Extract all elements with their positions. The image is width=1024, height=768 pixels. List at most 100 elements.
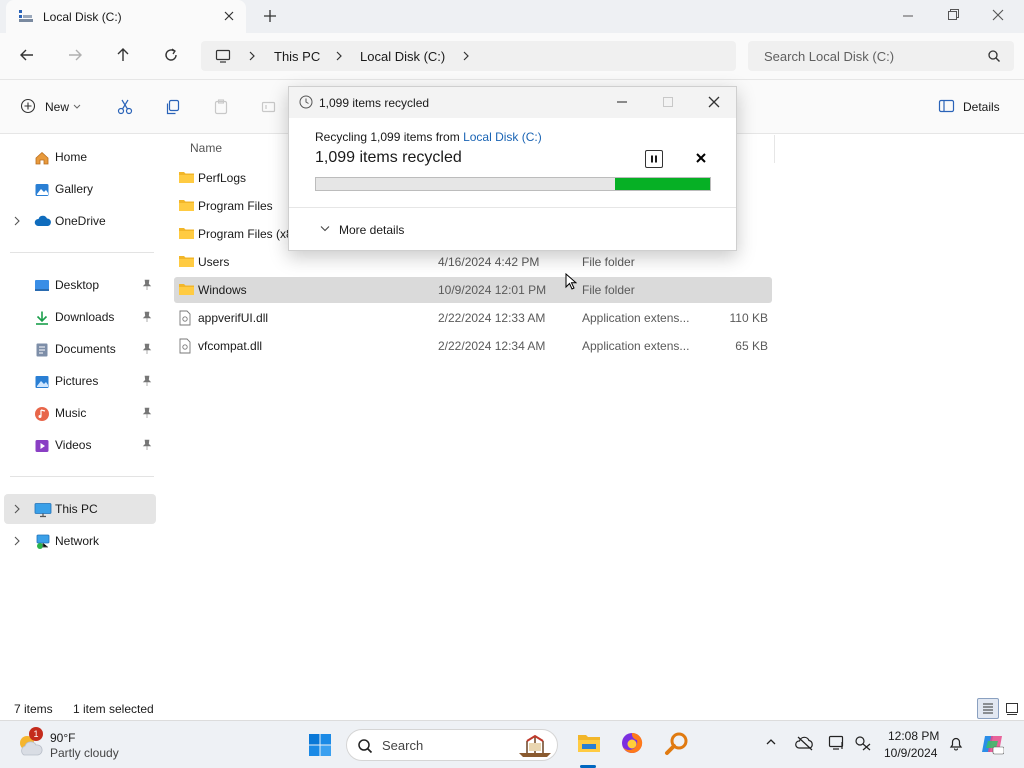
dialog-heading: 1,099 items recycled xyxy=(315,149,462,166)
clock-time[interactable]: 12:08 PM xyxy=(888,729,939,743)
clock-date[interactable]: 10/9/2024 xyxy=(884,746,937,760)
search-icon xyxy=(357,738,373,754)
search-input[interactable]: Search Local Disk (C:) xyxy=(748,41,1014,71)
video-icon xyxy=(34,438,50,454)
taskbar-search-box[interactable]: Search xyxy=(346,729,558,761)
pin-icon[interactable] xyxy=(142,407,152,419)
file-explorer-taskbar-icon[interactable] xyxy=(576,731,602,755)
breadcrumb-this-pc[interactable]: This PC xyxy=(274,49,320,64)
chevron-right-icon xyxy=(334,50,344,62)
file-row[interactable]: vfcompat.dll 2/22/2024 12:34 AM Applicat… xyxy=(174,333,772,359)
sidebar-item-this-pc[interactable]: This PC xyxy=(4,494,156,524)
large-icons-view-button[interactable] xyxy=(1002,698,1022,719)
sidebar-item-music[interactable]: Music xyxy=(4,398,156,428)
pin-icon[interactable] xyxy=(142,311,152,323)
chevron-right-icon[interactable] xyxy=(13,216,21,226)
sidebar-item-downloads[interactable]: Downloads xyxy=(4,302,156,332)
file-row[interactable]: appverifUI.dll 2/22/2024 12:33 AM Applic… xyxy=(174,305,772,331)
source-link[interactable]: Local Disk (C:) xyxy=(463,130,542,144)
details-button-label: Details xyxy=(963,100,1000,114)
rename-icon[interactable] xyxy=(260,98,278,116)
back-button[interactable] xyxy=(18,46,36,64)
display-icon[interactable] xyxy=(828,735,846,751)
address-bar[interactable]: This PC Local Disk (C:) xyxy=(201,41,736,71)
chevron-right-icon[interactable] xyxy=(13,504,21,514)
file-name: Users xyxy=(198,255,230,269)
pause-button[interactable] xyxy=(645,150,663,168)
start-button[interactable] xyxy=(308,733,332,757)
pin-icon[interactable] xyxy=(142,439,152,451)
dialog-minimize-button[interactable] xyxy=(615,96,629,108)
dialog-title-bar[interactable]: 1,099 items recycled xyxy=(289,87,736,118)
pin-icon[interactable] xyxy=(142,343,152,355)
download-icon xyxy=(34,310,50,326)
new-button[interactable]: New xyxy=(20,98,81,116)
recycle-progress-dialog: 1,099 items recycled Recycling 1,099 ite… xyxy=(288,86,737,251)
dialog-divider xyxy=(289,207,736,208)
sidebar-item-label: This PC xyxy=(55,502,98,516)
navigation-pane: Home Gallery OneDrive Desktop Downloads … xyxy=(0,134,160,700)
sidebar-item-network[interactable]: Network xyxy=(4,526,156,556)
details-view-button[interactable] xyxy=(977,698,999,719)
minimize-button[interactable] xyxy=(888,6,928,26)
file-type: File folder xyxy=(582,283,635,297)
pin-icon[interactable] xyxy=(142,279,152,291)
file-size: 65 KB xyxy=(735,339,768,353)
notifications-bell-icon[interactable] xyxy=(948,735,964,751)
dialog-close-button[interactable] xyxy=(707,95,721,109)
chevron-right-icon[interactable] xyxy=(13,536,21,546)
progress-fill xyxy=(615,178,710,190)
sidebar-item-gallery[interactable]: Gallery xyxy=(4,174,156,204)
column-header-name[interactable]: Name xyxy=(190,141,222,155)
file-date: 2/22/2024 12:34 AM xyxy=(438,339,546,353)
pin-icon[interactable] xyxy=(142,375,152,387)
folder-icon xyxy=(178,254,195,268)
cut-icon[interactable] xyxy=(116,98,134,116)
close-window-button[interactable] xyxy=(978,6,1018,26)
breadcrumb-local-disk[interactable]: Local Disk (C:) xyxy=(360,49,445,64)
notification-badge: 1 xyxy=(29,727,43,741)
dll-file-icon xyxy=(178,310,192,326)
sidebar-item-videos[interactable]: Videos xyxy=(4,430,156,460)
dialog-maximize-button[interactable] xyxy=(661,96,675,108)
sidebar-item-pictures[interactable]: Pictures xyxy=(4,366,156,396)
mouse-cursor-icon xyxy=(565,273,577,291)
sidebar-item-label: Gallery xyxy=(55,182,94,196)
cloud-icon xyxy=(34,214,52,228)
column-divider[interactable] xyxy=(774,135,775,163)
firefox-taskbar-icon[interactable] xyxy=(620,731,644,755)
weather-widget[interactable]: 1 90°F Partly cloudy xyxy=(16,727,156,761)
folder-icon xyxy=(178,226,195,240)
network-status-icon[interactable] xyxy=(854,735,872,751)
file-type: Application extens... xyxy=(582,311,690,325)
refresh-button[interactable] xyxy=(162,46,180,64)
document-icon xyxy=(34,342,50,358)
sidebar-divider xyxy=(10,476,154,477)
file-row[interactable]: Users 4/16/2024 4:42 PM File folder xyxy=(174,249,772,275)
details-button[interactable]: Details xyxy=(938,98,1000,116)
tab-local-disk[interactable]: Local Disk (C:) xyxy=(6,0,246,33)
sidebar-item-onedrive[interactable]: OneDrive xyxy=(4,206,156,236)
chevron-right-icon[interactable] xyxy=(461,50,471,62)
sidebar-item-home[interactable]: Home xyxy=(4,142,156,172)
network-icon xyxy=(34,534,52,550)
windows-logo-icon xyxy=(309,734,331,756)
sidebar-item-documents[interactable]: Documents xyxy=(4,334,156,364)
new-tab-button[interactable] xyxy=(262,8,278,24)
chevron-up-icon[interactable] xyxy=(764,735,778,749)
search-highlight-icon xyxy=(515,733,555,759)
file-date: 4/16/2024 4:42 PM xyxy=(438,255,540,269)
file-row-selected[interactable]: Windows 10/9/2024 12:01 PM File folder xyxy=(174,277,772,303)
paste-icon[interactable] xyxy=(212,98,230,116)
maximize-button[interactable] xyxy=(933,6,973,26)
tab-close-icon[interactable] xyxy=(222,9,236,23)
forward-button[interactable] xyxy=(66,46,84,64)
copy-icon[interactable] xyxy=(164,98,182,116)
search-app-taskbar-icon[interactable] xyxy=(664,731,690,757)
onedrive-offline-icon[interactable] xyxy=(795,735,815,751)
cancel-operation-button[interactable] xyxy=(695,152,707,164)
copilot-icon[interactable] xyxy=(980,732,1004,756)
up-button[interactable] xyxy=(114,46,132,64)
sidebar-item-desktop[interactable]: Desktop xyxy=(4,270,156,300)
file-date: 10/9/2024 12:01 PM xyxy=(438,283,547,297)
